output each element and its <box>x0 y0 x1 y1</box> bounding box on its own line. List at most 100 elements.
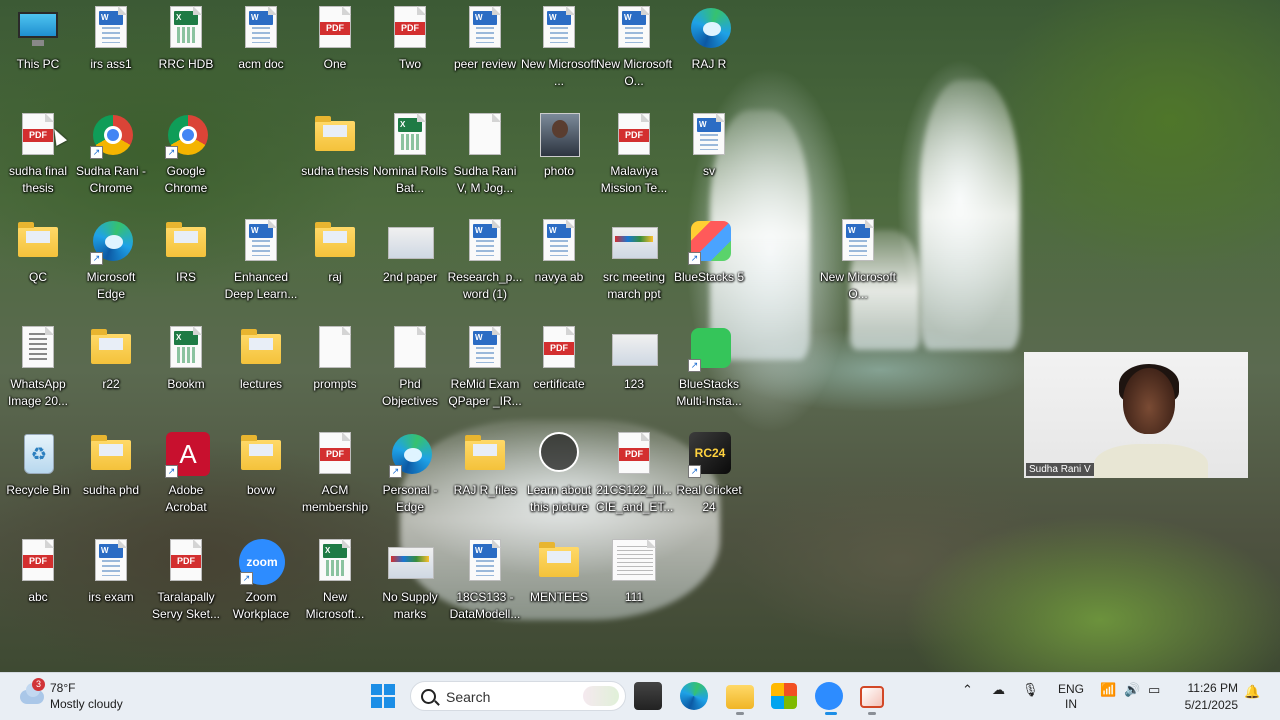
language-indicator[interactable]: ENG IN <box>1058 682 1084 712</box>
desktop-icon-prompts[interactable]: prompts <box>297 326 373 393</box>
desktop-icon-bluestacks-multi[interactable]: ↗ BlueStacks Multi-Insta... <box>671 326 747 409</box>
desktop-icon-mentees[interactable]: MENTEES <box>521 539 597 606</box>
desktop-icon-navya-ab[interactable]: W navya ab <box>521 219 597 286</box>
desktop-icon-18cs133[interactable]: W 18CS133 - DataModell... <box>447 539 523 622</box>
desktop-icon-bluestacks-5[interactable]: ↗ BlueStacks 5 <box>671 219 747 286</box>
desktop-icon-2nd-paper[interactable]: 2nd paper <box>372 219 448 286</box>
desktop-icon-adobe-acrobat[interactable]: A ↗ Adobe Acrobat <box>148 432 224 515</box>
edge-app-icon[interactable] <box>680 682 708 710</box>
desktop-icon-taralapally[interactable]: PDF Taralapally Servy Sket... <box>148 539 224 622</box>
icon-label: One <box>323 57 347 71</box>
edge-icon: ↗ <box>388 432 432 478</box>
desktop-icon-learn-about-picture[interactable]: Learn about this picture <box>521 432 597 515</box>
desktop-icon-enhanced-deep-learn[interactable]: W Enhanced Deep Learn... <box>223 219 299 302</box>
desktop-icon-acm-membership[interactable]: PDF ACM membership <box>297 432 373 515</box>
desktop-icon-raj-r-files[interactable]: RAJ R_files <box>447 432 523 499</box>
icon-label: New Microsoft O... <box>596 57 673 88</box>
desktop-icon-sudha-final-thesis[interactable]: PDF sudha final thesis <box>0 113 76 196</box>
edge-profile-icon <box>687 6 731 50</box>
desktop-icon-new-microsoft-o-2[interactable]: W New Microsoft O... <box>820 219 896 302</box>
desktop-icon-nominal-rolls[interactable]: X Nominal Rolls Bat... <box>372 113 448 196</box>
desktop-icon-malaviya-mission[interactable]: PDF Malaviya Mission Te... <box>596 113 672 196</box>
desktop-icon-lectures[interactable]: lectures <box>223 326 299 393</box>
folder-app-icon[interactable] <box>726 685 754 709</box>
desktop-icon-recycle-bin[interactable]: ♻ Recycle Bin <box>0 432 76 499</box>
icon-label: lectures <box>239 377 283 391</box>
desktop-icon-sudha-thesis[interactable]: sudha thesis <box>297 113 373 180</box>
desktop-icon-bookm[interactable]: X Bookm <box>148 326 224 393</box>
icon-label: sudha final thesis <box>8 164 68 195</box>
desktop-icon-no-supply-marks[interactable]: No Supply marks <box>372 539 448 622</box>
desktop-icon-new-microsoft-o-1[interactable]: W New Microsoft O... <box>596 6 672 89</box>
desktop-icon-abc[interactable]: PDF abc <box>0 539 76 606</box>
desktop-icon-123[interactable]: 123 <box>596 326 672 393</box>
search-highlight-icon <box>583 686 619 706</box>
desktop-icon-personal-edge[interactable]: ↗ Personal - Edge <box>372 432 448 515</box>
desktop-icon-remid-exam[interactable]: W ReMid Exam QPaper _IR... <box>447 326 523 409</box>
icon-label: prompts <box>313 377 357 391</box>
icon-label: certificate <box>533 377 585 391</box>
file-explorer-app-icon[interactable] <box>634 682 662 710</box>
webcam-overlay[interactable]: Sudha Rani V <box>1024 352 1248 478</box>
microphone-icon[interactable]: 🎙 <box>1022 682 1039 698</box>
desktop-icon-this-pc[interactable]: This PC <box>0 6 76 73</box>
notifications-icon[interactable]: 🔔 <box>1244 684 1260 700</box>
icon-label: 111 <box>624 590 644 604</box>
desktop-icon-irs-ass1[interactable]: W irs ass1 <box>73 6 149 73</box>
desktop-icon-r22[interactable]: r22 <box>73 326 149 393</box>
word-doc-icon: W <box>612 6 656 50</box>
word-doc-icon: W <box>537 219 581 263</box>
desktop-icon-phd-objectives[interactable]: Phd Objectives <box>372 326 448 409</box>
desktop-icon-sudha-phd[interactable]: sudha phd <box>73 432 149 499</box>
running-indicator <box>736 712 744 715</box>
desktop-icon-raj-r[interactable]: RAJ R <box>671 6 747 73</box>
zoom-app-icon[interactable] <box>815 682 843 710</box>
desktop-icon-src-meeting[interactable]: src meeting march ppt <box>596 219 672 302</box>
folder-icon <box>313 113 357 157</box>
desktop-icon-bovw[interactable]: bovw <box>223 432 299 499</box>
desktop-icon-21cs122[interactable]: PDF 21CS122_Ill... CIE_and_ET... <box>596 432 673 515</box>
desktop-icon-sudha-rani-chrome[interactable]: ↗ Sudha Rani - Chrome <box>73 113 149 196</box>
desktop-icon-new-microsoft-3[interactable]: X New Microsoft... <box>297 539 373 622</box>
weather-condition: Mostly cloudy <box>50 697 123 711</box>
microsoft-store-app-icon[interactable] <box>771 683 797 709</box>
desktop-icon-one[interactable]: PDF One <box>297 6 373 73</box>
battery-icon[interactable]: ▭ <box>1148 682 1160 698</box>
folder-icon <box>239 326 283 370</box>
desktop-icon-real-cricket-24[interactable]: RC24 ↗ Real Cricket 24 <box>671 432 747 515</box>
volume-icon[interactable]: 🔊 <box>1124 682 1140 698</box>
desktop-icon-zoom-workplace[interactable]: zoom ↗ Zoom Workplace <box>223 539 299 622</box>
onedrive-icon[interactable]: ☁ <box>992 682 1005 698</box>
taskbar-search[interactable]: Search <box>410 681 626 711</box>
start-button[interactable] <box>371 684 395 708</box>
desktop-icon-google-chrome[interactable]: ↗ Google Chrome <box>148 113 224 196</box>
icon-label: QC <box>29 270 47 284</box>
desktop-icon-qc[interactable]: QC <box>0 219 76 286</box>
desktop-icon-irs-exam[interactable]: W irs exam <box>73 539 149 606</box>
desktop-icon-photo[interactable]: photo <box>521 113 597 180</box>
chevron-up-icon[interactable]: ⌃ <box>962 682 973 698</box>
desktop-icon-peer-review[interactable]: W peer review <box>447 6 523 73</box>
desktop-icon-acm-doc[interactable]: W acm doc <box>223 6 299 73</box>
desktop-icon-whatsapp-image[interactable]: WhatsApp Image 20... <box>0 326 76 409</box>
word-doc-icon: W <box>687 113 731 157</box>
cricket-game-icon: RC24 ↗ <box>687 432 731 478</box>
taskbar-clock[interactable]: 11:26 PM 5/21/2025 <box>1176 680 1238 714</box>
desktop-icon-raj[interactable]: raj <box>297 219 373 286</box>
desktop-icon-research-p-word[interactable]: W Research_p... word (1) <box>447 219 523 302</box>
wifi-icon[interactable]: 📶 <box>1100 682 1116 698</box>
icon-label: Microsoft Edge <box>86 270 136 301</box>
icon-label: Real Cricket 24 <box>676 483 742 514</box>
weather-widget[interactable]: 3 78°F Mostly cloudy <box>16 678 166 714</box>
desktop-icon-sudha-rani-v-m-jog[interactable]: Sudha Rani V, M Jog... <box>447 113 523 196</box>
cloud-icon <box>20 683 44 704</box>
desktop-icon-two[interactable]: PDF Two <box>372 6 448 73</box>
desktop-icon-rrc-hdb[interactable]: X RRC HDB <box>148 6 224 73</box>
desktop-icon-sv[interactable]: W sv <box>671 113 747 180</box>
desktop-icon-microsoft-edge[interactable]: ↗ Microsoft Edge <box>73 219 149 302</box>
desktop-icon-new-microsoft-1[interactable]: W New Microsoft ... <box>521 6 597 89</box>
desktop-icon-111[interactable]: 111 <box>596 539 672 606</box>
presentation-app-icon[interactable] <box>860 686 884 708</box>
desktop-icon-certificate[interactable]: PDF certificate <box>521 326 597 393</box>
desktop-icon-irs[interactable]: IRS <box>148 219 224 286</box>
